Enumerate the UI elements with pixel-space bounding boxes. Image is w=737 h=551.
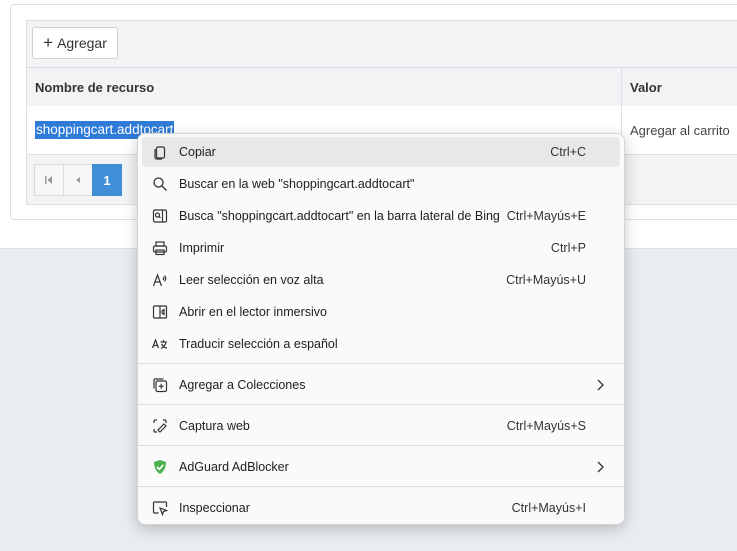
read-aloud-icon <box>151 271 169 289</box>
menu-item-label: Copiar <box>179 145 216 159</box>
menu-separator <box>138 486 624 487</box>
collections-icon <box>151 376 169 394</box>
menu-item-read-aloud[interactable]: Leer selección en voz alta Ctrl+Mayús+U <box>142 265 620 295</box>
immersive-reader-icon <box>151 303 169 321</box>
context-menu: Copiar Ctrl+C Buscar en la web "shopping… <box>137 133 625 525</box>
menu-item-bing-sidebar[interactable]: Busca "shoppingcart.addtocart" en la bar… <box>142 201 620 231</box>
web-capture-icon <box>151 417 169 435</box>
menu-item-translate[interactable]: Traducir selección a español <box>142 329 620 359</box>
print-icon <box>151 239 169 257</box>
column-divider <box>621 68 622 106</box>
chevron-right-icon <box>592 377 608 393</box>
prev-page-icon <box>76 177 80 183</box>
first-page-icon <box>45 176 52 184</box>
menu-item-shortcut: Ctrl+Mayús+S <box>506 419 586 433</box>
menu-item-search-web[interactable]: Buscar en la web "shoppingcart.addtocart… <box>142 169 620 199</box>
adguard-shield-icon <box>151 458 169 476</box>
menu-item-web-capture[interactable]: Captura web Ctrl+Mayús+S <box>142 411 620 441</box>
menu-item-label: Leer selección en voz alta <box>179 273 324 287</box>
plus-icon: + <box>43 33 54 52</box>
menu-item-label: Buscar en la web "shoppingcart.addtocart… <box>179 177 415 191</box>
menu-item-label: Abrir en el lector inmersivo <box>179 305 327 319</box>
menu-item-immersive-reader[interactable]: Abrir en el lector inmersivo <box>142 297 620 327</box>
menu-item-adguard[interactable]: AdGuard AdBlocker <box>142 452 620 482</box>
column-header-value[interactable]: Valor <box>630 80 662 95</box>
menu-item-label: Busca "shoppingcart.addtocart" en la bar… <box>179 209 500 223</box>
menu-separator <box>138 445 624 446</box>
menu-separator <box>138 404 624 405</box>
menu-item-shortcut: Ctrl+Mayús+E <box>506 209 586 223</box>
search-icon <box>151 175 169 193</box>
add-button[interactable]: + Agregar <box>32 27 118 59</box>
table-header: Nombre de recurso Valor <box>27 67 737 107</box>
resource-value-cell[interactable]: Agregar al carrito <box>630 123 730 138</box>
menu-item-label: Traducir selección a español <box>179 337 338 351</box>
add-button-label: Agregar <box>57 35 107 51</box>
copy-icon <box>151 143 169 161</box>
bing-sidebar-icon <box>151 207 169 225</box>
menu-item-label: AdGuard AdBlocker <box>179 460 289 474</box>
menu-item-label: Inspeccionar <box>179 501 250 515</box>
menu-item-shortcut: Ctrl+Mayús+I <box>511 501 586 515</box>
menu-separator <box>138 363 624 364</box>
page-button-current[interactable]: 1 <box>92 164 122 196</box>
menu-item-label: Imprimir <box>179 241 225 255</box>
chevron-right-icon <box>592 459 608 475</box>
menu-item-add-collections[interactable]: Agregar a Colecciones <box>142 370 620 400</box>
menu-item-print[interactable]: Imprimir Ctrl+P <box>142 233 620 263</box>
translate-icon <box>151 335 169 353</box>
menu-item-inspect[interactable]: Inspeccionar Ctrl+Mayús+I <box>142 493 620 523</box>
menu-item-shortcut: Ctrl+P <box>550 241 586 255</box>
menu-item-shortcut: Ctrl+Mayús+U <box>506 273 586 287</box>
prev-page-button[interactable] <box>63 164 93 196</box>
inspect-icon <box>151 499 169 517</box>
menu-item-label: Captura web <box>179 419 250 433</box>
column-header-name[interactable]: Nombre de recurso <box>35 80 154 95</box>
menu-item-copy[interactable]: Copiar Ctrl+C <box>142 137 620 167</box>
pagination: 1 <box>34 164 122 196</box>
first-page-button[interactable] <box>34 164 64 196</box>
menu-item-label: Agregar a Colecciones <box>179 378 306 392</box>
menu-item-shortcut: Ctrl+C <box>550 145 586 159</box>
